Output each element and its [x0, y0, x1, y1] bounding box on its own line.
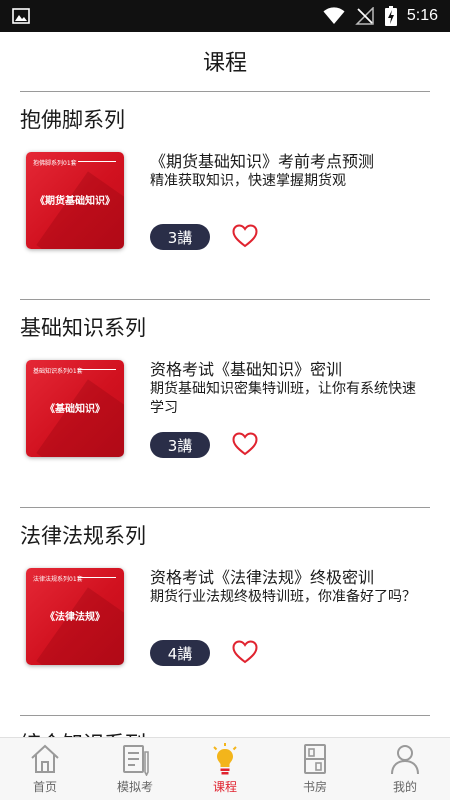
tab-label: 书房 [302, 780, 327, 794]
page-title: 课程 [202, 51, 247, 76]
gallery-notification-icon [12, 8, 30, 24]
thumbnail-course-name: 《期货基础知识》 [35, 196, 115, 207]
section-title: 抱佛脚系列 [20, 108, 125, 132]
favorite-heart-icon[interactable] [232, 224, 258, 248]
tab-label: 课程 [212, 780, 237, 794]
course-thumbnail[interactable]: 基础知识系列01套 《基础知识》 [26, 360, 124, 457]
thumbnail-series-label: 基础知识系列01套 [33, 368, 83, 375]
section-law: 法律法规系列 法律法规系列01套 《法律法规》 资格考试《法律法规》终极密训 期… [0, 508, 450, 716]
course-thumbnail[interactable]: 抱佛脚系列01套 《期货基础知识》 [26, 152, 124, 249]
lesson-count-badge: 4講 [150, 640, 210, 666]
status-bar: 5:16 [0, 0, 450, 32]
next-section-peek: 综合知识系列 [0, 716, 450, 737]
course-card[interactable]: 抱佛脚系列01套 《期货基础知识》 《期货基础知识》考前考点预测 精准获取知识，… [26, 152, 430, 252]
thumbnail-course-name: 《基础知识》 [45, 404, 105, 415]
section-cramming: 抱佛脚系列 抱佛脚系列01套 《期货基础知识》 《期货基础知识》考前考点预测 精… [0, 92, 450, 300]
no-signal-icon [355, 7, 374, 25]
home-icon [31, 744, 59, 773]
course-title[interactable]: 资格考试《法律法规》终极密训 [150, 564, 430, 588]
course-description: 期货基础知识密集特训班，让你有系统快速学习 [150, 381, 416, 416]
course-description: 期货行业法规终极特训班，你准备好了吗？ [150, 589, 416, 605]
bookshelf-icon [304, 744, 326, 774]
thumbnail-shade [36, 171, 124, 249]
tab-label: 首页 [32, 780, 57, 794]
lesson-count-badge: 3講 [150, 224, 210, 250]
course-thumbnail[interactable]: 法律法规系列01套 《法律法规》 [26, 568, 124, 665]
course-list[interactable]: 抱佛脚系列 抱佛脚系列01套 《期货基础知识》 《期货基础知识》考前考点预测 精… [0, 92, 450, 737]
tab-study-room[interactable]: 书房 [270, 738, 360, 800]
thumbnail-course-name: 《法律法规》 [45, 612, 105, 623]
thumbnail-shade [36, 379, 124, 457]
thumbnail-series-label: 抱佛脚系列01套 [33, 160, 77, 167]
section-title: 法律法规系列 [20, 524, 146, 548]
wifi-icon [323, 7, 345, 24]
thumbnail-shade [36, 587, 124, 665]
thumbnail-line [78, 369, 116, 370]
section-title: 基础知识系列 [20, 316, 146, 340]
tab-label: 我的 [392, 780, 417, 794]
thumbnail-line [78, 161, 116, 162]
section-title: 综合知识系列 [20, 728, 146, 737]
tab-label: 模拟考 [116, 780, 153, 794]
tab-home[interactable]: 首页 [0, 738, 90, 800]
course-description: 精准获取知识，快速掌握期货观 [150, 173, 346, 189]
section-basics: 基础知识系列 基础知识系列01套 《基础知识》 资格考试《基础知识》密训 期货基… [0, 300, 450, 508]
course-title[interactable]: 资格考试《基础知识》密训 [150, 356, 430, 380]
tab-courses[interactable]: 课程 [180, 738, 270, 800]
lightbulb-icon [213, 743, 237, 775]
title-bar: 课程 [0, 32, 450, 90]
thumbnail-series-label: 法律法规系列01套 [33, 576, 83, 583]
favorite-heart-icon[interactable] [232, 640, 258, 664]
profile-icon [391, 745, 419, 775]
course-title[interactable]: 《期货基础知识》考前考点预测 [150, 148, 430, 172]
lesson-count-badge: 3講 [150, 432, 210, 458]
course-card[interactable]: 基础知识系列01套 《基础知识》 资格考试《基础知识》密训 期货基础知识密集特训… [26, 360, 430, 460]
bottom-tab-bar: 首页 模拟考 课程 书房 我的 [0, 737, 450, 800]
exam-icon [123, 745, 149, 776]
favorite-heart-icon[interactable] [232, 432, 258, 456]
tab-mine[interactable]: 我的 [360, 738, 450, 800]
thumbnail-line [78, 577, 116, 578]
tab-mock-exam[interactable]: 模拟考 [90, 738, 180, 800]
course-card[interactable]: 法律法规系列01套 《法律法规》 资格考试《法律法规》终极密训 期货行业法规终极… [26, 568, 430, 668]
battery-charging-icon [384, 6, 397, 26]
status-time: 5:16 [406, 7, 438, 24]
